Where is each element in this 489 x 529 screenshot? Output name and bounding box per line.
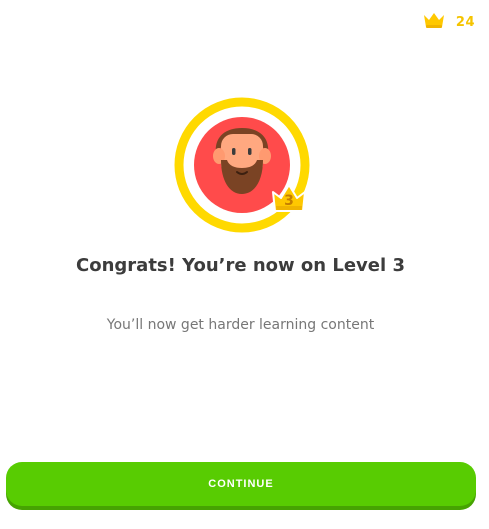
level-badge: 3 (271, 182, 307, 214)
continue-button[interactable]: CONTINUE (6, 462, 476, 506)
level-number: 3 (284, 193, 294, 209)
avatar: 3 (171, 94, 313, 236)
crown-counter: 24 (422, 10, 475, 34)
avatar-illustration (174, 97, 310, 233)
page-subtitle: You’ll now get harder learning content (106, 317, 375, 333)
crown-icon (422, 11, 446, 33)
crown-count: 24 (455, 14, 475, 30)
continue-button-label: CONTINUE (208, 478, 274, 490)
page-title: Congrats! You’re now on Level 3 (76, 255, 405, 276)
